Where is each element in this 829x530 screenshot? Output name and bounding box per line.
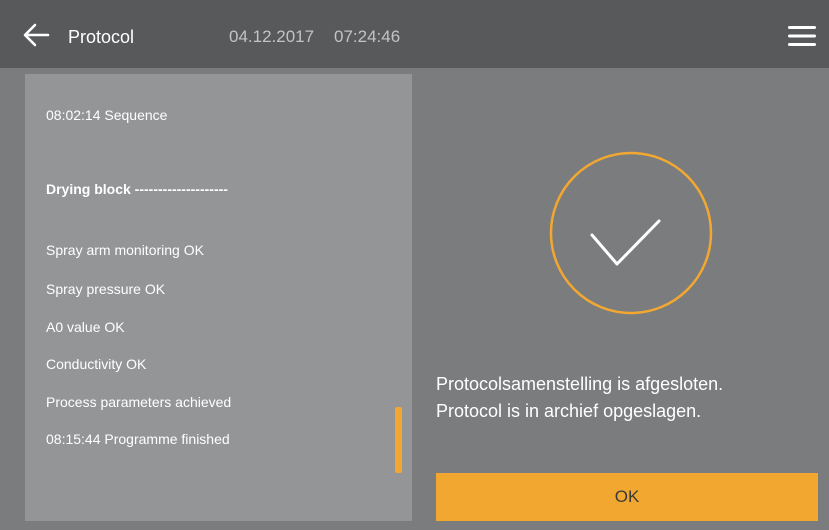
log-line: Conductivity OK — [46, 356, 147, 372]
header-bar: Protocol 04.12.2017 07:24:46 — [0, 0, 829, 68]
log-line: 08:02:14 Sequence — [46, 107, 168, 123]
log-line: Process parameters achieved — [46, 394, 232, 410]
back-button[interactable] — [22, 22, 50, 48]
page-title: Protocol — [68, 27, 135, 47]
log-line: 08:15:44 Programme finished — [46, 431, 230, 447]
time-display: 07:24:46 — [334, 27, 401, 46]
status-message-line1: Protocolsamenstelling is afgesloten. — [436, 374, 724, 394]
protocol-log-panel[interactable]: 08:02:14 Sequence Drying block ---------… — [25, 74, 412, 521]
arrow-left-icon — [23, 23, 50, 47]
log-line: A0 value OK — [46, 319, 125, 335]
hamburger-menu-icon — [788, 26, 816, 46]
check-circle-icon — [549, 151, 713, 315]
log-section-heading: Drying block -------------------- — [46, 181, 228, 197]
menu-button[interactable] — [787, 24, 817, 48]
status-message-line2: Protocol is in archief opgeslagen. — [436, 401, 702, 421]
ok-button[interactable]: OK — [436, 473, 818, 521]
log-line: Spray pressure OK — [46, 281, 166, 297]
log-scrollbar[interactable] — [395, 407, 402, 473]
date-display: 04.12.2017 — [229, 27, 315, 46]
log-line: Spray arm monitoring OK — [46, 242, 204, 258]
